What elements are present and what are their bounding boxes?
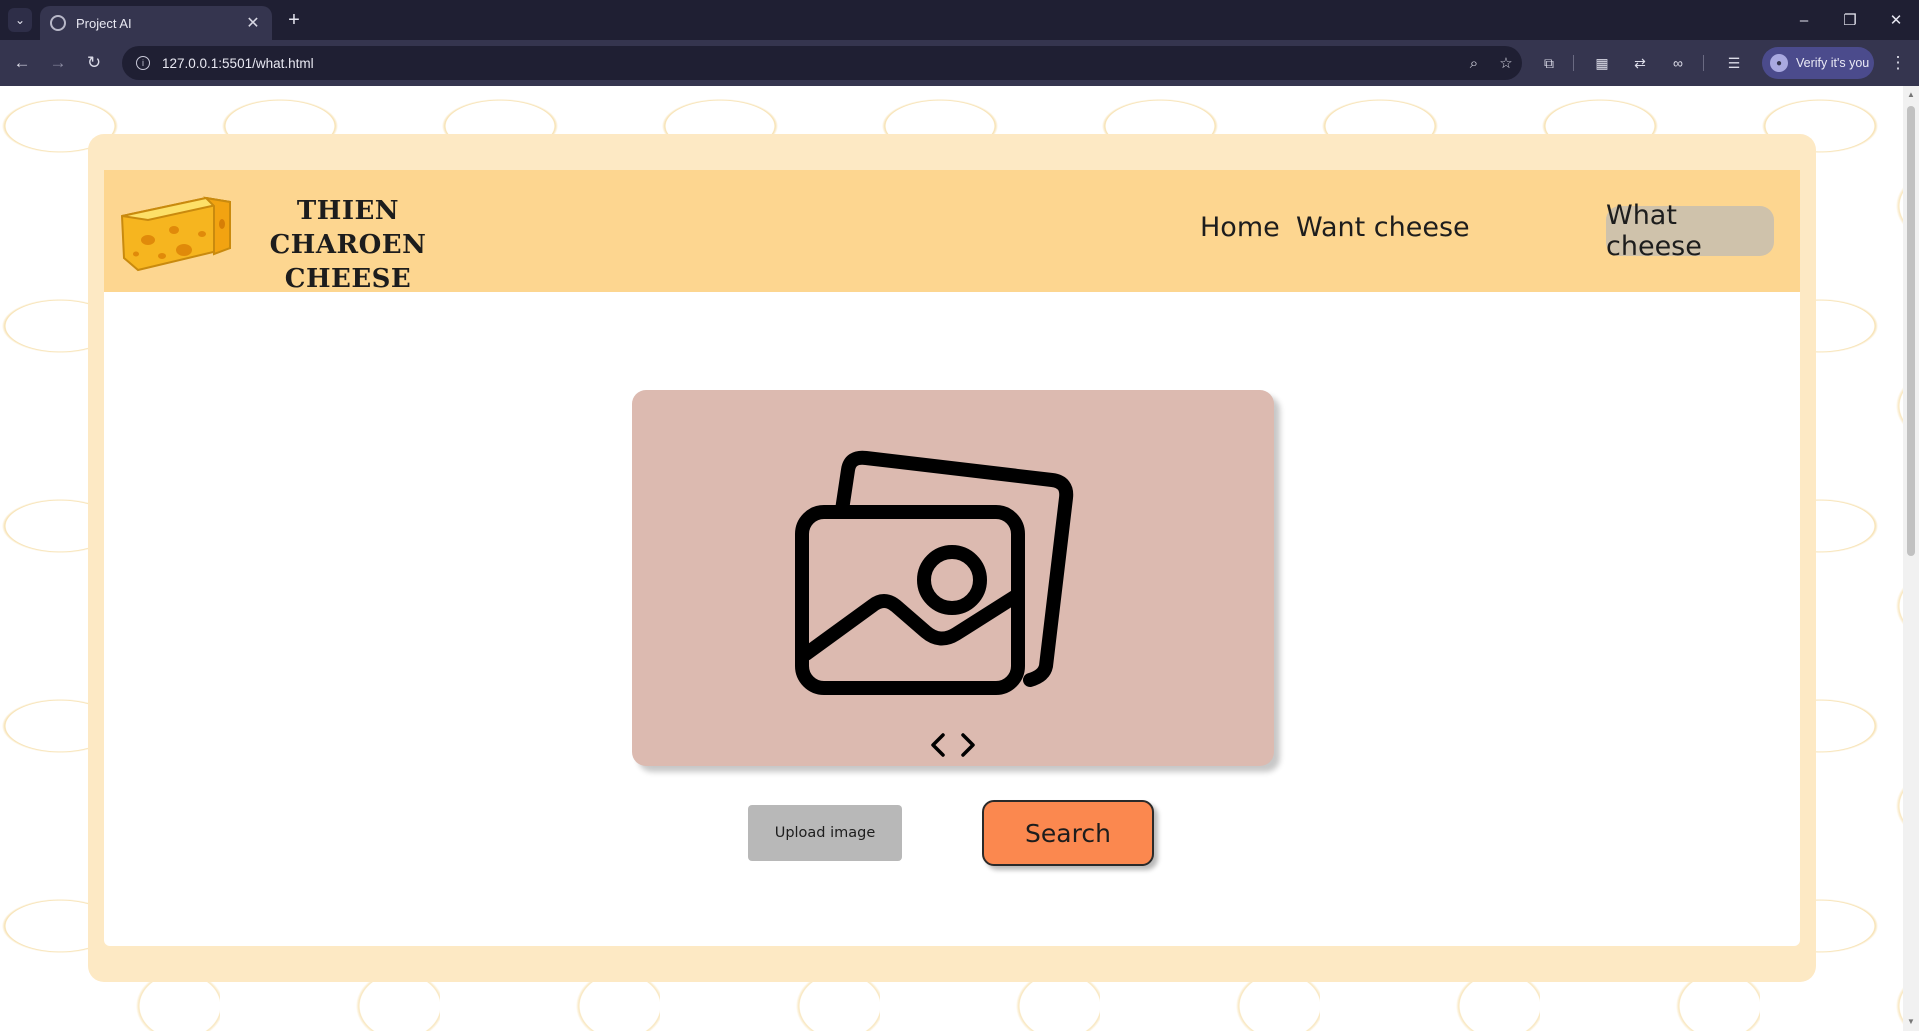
address-bar[interactable]: i 127.0.0.1:5501/what.html ⌕ ☆ bbox=[122, 46, 1522, 80]
restore-icon[interactable]: ❐ bbox=[1832, 6, 1868, 34]
tab-title: Project AI bbox=[76, 15, 132, 31]
translate-icon[interactable]: ⇄ bbox=[1628, 51, 1652, 75]
brand-line-2: CHEESE bbox=[284, 264, 412, 294]
minimize-icon[interactable]: – bbox=[1786, 6, 1822, 34]
verify-identity-button[interactable]: ● Verify it's you bbox=[1762, 47, 1874, 79]
nav-link-what-cheese[interactable]: What cheese bbox=[1606, 200, 1774, 262]
extensions-icon[interactable]: ⧉ bbox=[1537, 51, 1561, 75]
next-image-icon[interactable] bbox=[958, 731, 978, 759]
toolbar-divider bbox=[1573, 55, 1574, 71]
reading-list-icon[interactable]: ☰ bbox=[1722, 51, 1746, 75]
close-window-icon[interactable]: ✕ bbox=[1878, 6, 1914, 34]
link-icon[interactable]: ∞ bbox=[1666, 51, 1690, 75]
page-frame: THIEN CHAROEN CHEESE Home Want cheese Wh… bbox=[88, 134, 1816, 982]
scrollbar-thumb[interactable] bbox=[1907, 106, 1915, 556]
preview-navigation bbox=[928, 730, 978, 760]
browser-tab[interactable]: Project AI ✕ bbox=[40, 6, 272, 40]
image-placeholder-icon bbox=[795, 450, 1074, 695]
nav-link-want-cheese[interactable]: Want cheese bbox=[1296, 212, 1470, 243]
previous-image-icon[interactable] bbox=[928, 731, 948, 759]
tab-favicon-icon bbox=[50, 15, 66, 31]
scroll-up-icon[interactable]: ▲ bbox=[1906, 90, 1916, 100]
page-scrollbar[interactable]: ▲ ▼ bbox=[1903, 86, 1919, 1031]
bookmark-star-icon[interactable]: ☆ bbox=[1490, 54, 1522, 72]
tab-close-icon[interactable]: ✕ bbox=[244, 13, 262, 33]
forward-icon[interactable]: → bbox=[44, 49, 72, 77]
browser-toolbar: ← → ↻ i 127.0.0.1:5501/what.html ⌕ ☆ ⧉ ▦… bbox=[0, 40, 1919, 86]
back-icon[interactable]: ← bbox=[8, 49, 36, 77]
reload-icon[interactable]: ↻ bbox=[80, 49, 108, 77]
tab-search-dropdown-icon[interactable]: ⌄ bbox=[8, 8, 32, 32]
nav-link-home[interactable]: Home bbox=[1200, 212, 1280, 243]
browser-tab-bar: ⌄ Project AI ✕ + – ❐ ✕ bbox=[0, 0, 1919, 40]
toolbar-divider bbox=[1703, 55, 1704, 71]
qr-code-icon[interactable]: ▦ bbox=[1590, 51, 1614, 75]
profile-avatar-icon: ● bbox=[1770, 54, 1788, 72]
brand-line-1: THIEN CHAROEN bbox=[269, 196, 427, 260]
browser-menu-icon[interactable]: ⋮ bbox=[1888, 51, 1908, 75]
main-content: Upload image Search bbox=[104, 292, 1800, 946]
new-tab-icon[interactable]: + bbox=[282, 8, 306, 32]
search-button[interactable]: Search bbox=[982, 800, 1154, 866]
site-header: THIEN CHAROEN CHEESE Home Want cheese Wh… bbox=[104, 170, 1800, 294]
page-viewport: THIEN CHAROEN CHEESE Home Want cheese Wh… bbox=[0, 86, 1919, 1031]
cheese-logo-icon bbox=[120, 196, 231, 272]
site-info-icon[interactable]: i bbox=[136, 56, 150, 70]
zoom-icon[interactable]: ⌕ bbox=[1458, 55, 1490, 72]
image-preview-panel bbox=[632, 390, 1274, 766]
url-text[interactable]: 127.0.0.1:5501/what.html bbox=[162, 56, 1458, 71]
brand-name[interactable]: THIEN CHAROEN CHEESE bbox=[238, 194, 458, 296]
upload-image-button[interactable]: Upload image bbox=[748, 805, 902, 861]
verify-label: Verify it's you bbox=[1796, 56, 1870, 70]
scroll-down-icon[interactable]: ▼ bbox=[1906, 1017, 1916, 1027]
